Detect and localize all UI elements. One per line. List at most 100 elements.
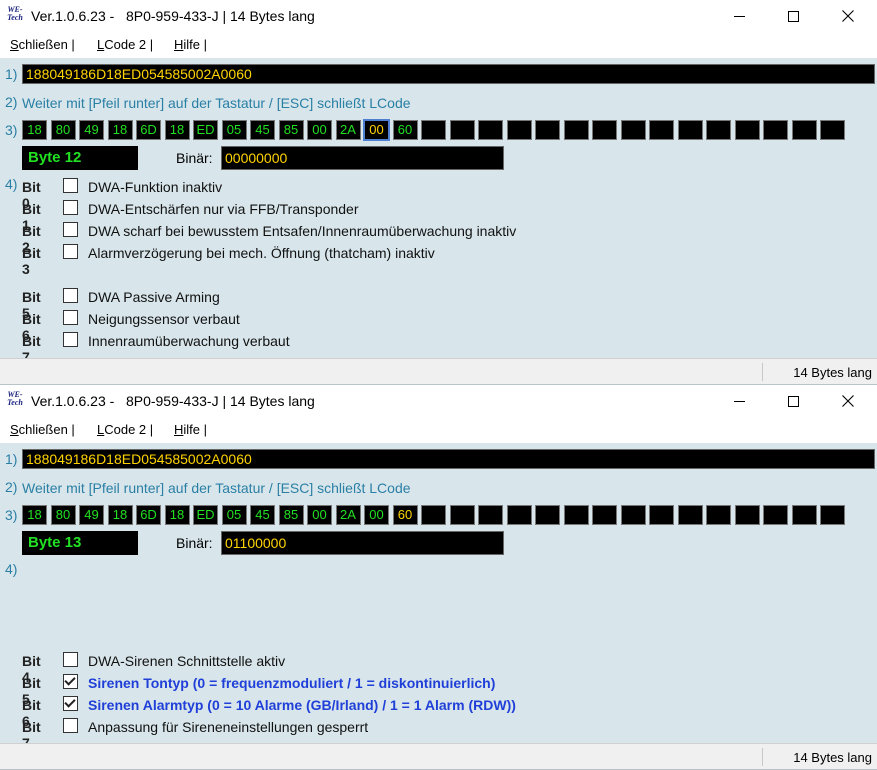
byte-cell[interactable] [649, 120, 674, 140]
byte-cell[interactable] [449, 120, 475, 140]
bit-description: DWA scharf bei bewusstem Entsafen/Innenr… [88, 223, 517, 239]
menu-hilfe[interactable]: Hilfe | [174, 37, 207, 52]
close-icon [842, 10, 854, 22]
byte-cell[interactable]: 2A [335, 120, 361, 140]
byte-cell[interactable]: 05 [221, 120, 247, 140]
byte-cell[interactable]: 60 [392, 120, 418, 140]
bit-checkbox[interactable] [63, 696, 78, 711]
bit-description: DWA-Sirenen Schnittstelle aktiv [88, 653, 286, 669]
byte-cell[interactable]: 18 [164, 505, 190, 525]
byte-cell[interactable]: 00 [307, 120, 332, 140]
code-field[interactable]: 188049186D18ED054585002A0060 [22, 64, 875, 84]
byte-cell[interactable]: 60 [392, 505, 418, 525]
byte-cell[interactable] [449, 505, 475, 525]
byte-cell[interactable] [677, 505, 703, 525]
bit-checkbox[interactable] [63, 718, 78, 733]
byte-cell[interactable] [820, 505, 845, 525]
instruction-text: Weiter mit [Pfeil runter] auf der Tastat… [22, 95, 411, 111]
lcode-window-2: WE- Tech Ver.1.0.6.23 - 8P0-959-433-J | 14… [0, 385, 877, 770]
byte-cell[interactable] [535, 120, 560, 140]
byte-cell[interactable] [592, 120, 617, 140]
title-bar: WE- Tech Ver.1.0.6.23 - 8P0-959-433-J | 14… [0, 0, 877, 32]
minimize-icon [733, 400, 745, 402]
minimize-button[interactable] [716, 0, 762, 32]
menu-schliessen[interactable]: Schließen | [10, 422, 75, 437]
byte-cell[interactable]: 6D [136, 120, 161, 140]
bit-checkbox[interactable] [63, 288, 78, 303]
lcode-window-1: WE- Tech Ver.1.0.6.23 - 8P0-959-433-J | 14… [0, 0, 877, 385]
byte-cell[interactable]: 2A [335, 505, 361, 525]
byte-cell[interactable]: 18 [107, 120, 133, 140]
instruction-text: Weiter mit [Pfeil runter] auf der Tastat… [22, 480, 411, 496]
menu-lcode2[interactable]: LCode 2 | [97, 37, 153, 52]
bit-checkbox[interactable] [63, 244, 78, 259]
bit-checkbox[interactable] [63, 674, 78, 689]
byte-cell[interactable]: 18 [107, 505, 133, 525]
byte-cell[interactable]: 05 [221, 505, 247, 525]
byte-cell[interactable]: 49 [79, 120, 104, 140]
section-number-3: 3) [5, 122, 18, 138]
bit-checkbox[interactable] [63, 310, 78, 325]
byte-cell[interactable]: 45 [250, 120, 275, 140]
byte-cell[interactable] [421, 505, 446, 525]
byte-cell[interactable] [763, 120, 788, 140]
menu-schliessen[interactable]: Schließen | [10, 37, 75, 52]
byte-cell[interactable] [592, 505, 617, 525]
bit-checkbox[interactable] [63, 200, 78, 215]
byte-cell[interactable] [820, 120, 845, 140]
byte-cell[interactable]: 80 [50, 120, 76, 140]
maximize-icon [787, 395, 799, 407]
maximize-button[interactable] [770, 0, 816, 32]
byte-cell[interactable] [506, 120, 532, 140]
byte-cell[interactable] [535, 505, 560, 525]
byte-label: Byte 13 [22, 531, 138, 555]
byte-cell[interactable]: 45 [250, 505, 275, 525]
byte-cell[interactable] [478, 120, 503, 140]
byte-cell[interactable] [706, 505, 731, 525]
byte-cell[interactable] [677, 120, 703, 140]
bit-checkbox[interactable] [63, 178, 78, 193]
close-button[interactable] [825, 385, 871, 417]
bit-description: Neigungssensor verbaut [88, 311, 240, 327]
byte-cell[interactable]: 18 [22, 505, 47, 525]
app-logo-icon: WE- Tech [7, 390, 23, 407]
byte-cell[interactable]: 00 [363, 119, 390, 141]
binary-field[interactable]: 01100000 [221, 531, 504, 555]
byte-cell[interactable] [791, 505, 817, 525]
byte-cell[interactable]: 49 [79, 505, 104, 525]
byte-cell[interactable] [563, 120, 589, 140]
close-button[interactable] [825, 0, 871, 32]
byte-cell[interactable]: 00 [364, 505, 389, 525]
maximize-button[interactable] [770, 385, 816, 417]
byte-cell[interactable]: 80 [50, 505, 76, 525]
bit-description: Sirenen Tontyp (0 = frequenzmoduliert / … [88, 675, 496, 691]
byte-cell[interactable] [763, 505, 788, 525]
byte-cell[interactable] [734, 505, 760, 525]
byte-cell[interactable]: ED [193, 505, 218, 525]
byte-cell[interactable] [421, 120, 446, 140]
byte-cell[interactable] [478, 505, 503, 525]
byte-cell[interactable]: 85 [278, 120, 304, 140]
byte-cell[interactable]: 6D [136, 505, 161, 525]
byte-cell[interactable] [706, 120, 731, 140]
binary-field[interactable]: 00000000 [221, 146, 504, 170]
menu-hilfe[interactable]: Hilfe | [174, 422, 207, 437]
bit-checkbox[interactable] [63, 222, 78, 237]
minimize-button[interactable] [716, 385, 762, 417]
byte-cell[interactable]: 85 [278, 505, 304, 525]
byte-cell[interactable]: 18 [22, 120, 47, 140]
byte-cell[interactable] [563, 505, 589, 525]
bit-checkbox[interactable] [63, 332, 78, 347]
bit-checkbox[interactable] [63, 652, 78, 667]
byte-cell[interactable] [791, 120, 817, 140]
byte-cell[interactable]: 00 [307, 505, 332, 525]
byte-cell[interactable]: 18 [164, 120, 190, 140]
menu-lcode2[interactable]: LCode 2 | [97, 422, 153, 437]
byte-cell[interactable] [506, 505, 532, 525]
byte-cell[interactable] [734, 120, 760, 140]
byte-cell[interactable]: ED [193, 120, 218, 140]
code-field[interactable]: 188049186D18ED054585002A0060 [22, 449, 875, 469]
byte-cell[interactable] [620, 120, 646, 140]
byte-cell[interactable] [649, 505, 674, 525]
byte-cell[interactable] [620, 505, 646, 525]
